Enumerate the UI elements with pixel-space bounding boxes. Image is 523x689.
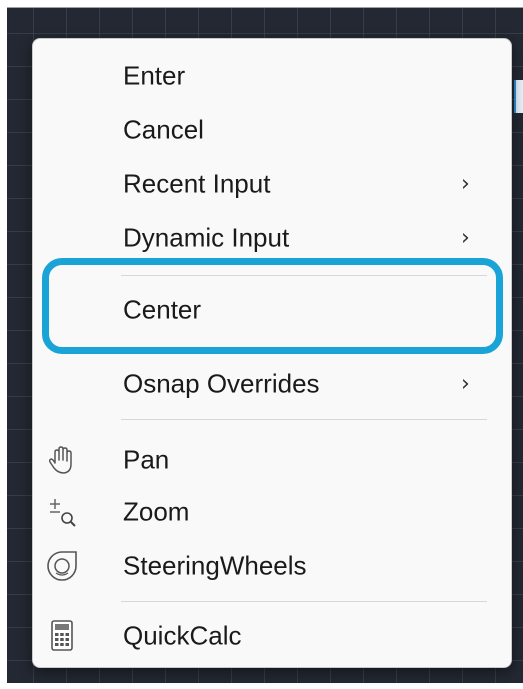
menu-item-label: Cancel (123, 114, 204, 145)
menu-item-cancel[interactable]: Cancel (33, 103, 511, 157)
menu-item-osnap-overrides[interactable]: Osnap Overrides › (33, 357, 511, 411)
menu-item-label: Enter (123, 60, 186, 91)
menu-item-zoom[interactable]: Zoom (33, 485, 511, 539)
menu-item-dynamic-input[interactable]: Dynamic Input › (33, 211, 511, 265)
steering-wheel-icon (47, 551, 77, 581)
chevron-right-icon: › (461, 371, 470, 397)
menu-item-label: Pan (123, 444, 170, 475)
menu-item-steeringwheels[interactable]: SteeringWheels (33, 539, 511, 593)
chevron-right-icon: › (461, 171, 470, 197)
window-bottom-border (0, 683, 523, 689)
menu-item-quickcalc[interactable]: QuickCalc (33, 609, 511, 663)
calculator-icon (51, 620, 73, 651)
menu-item-pan[interactable]: Pan (33, 433, 511, 487)
menu-separator (121, 419, 487, 420)
window-top-border (0, 0, 523, 8)
menu-item-recent-input[interactable]: Recent Input › (33, 157, 511, 211)
menu-item-label: Recent Input (123, 168, 271, 199)
zoom-icon (50, 499, 76, 527)
menu-item-label: Osnap Overrides (123, 368, 320, 399)
menu-item-label: QuickCalc (123, 620, 242, 651)
menu-item-label: Dynamic Input (123, 222, 290, 253)
menu-item-label: Zoom (123, 496, 190, 527)
menu-item-enter[interactable]: Enter (33, 49, 511, 103)
pan-hand-icon (48, 446, 72, 474)
chevron-right-icon: › (461, 225, 470, 251)
window-left-border (0, 0, 7, 689)
center-item-highlight-outline (42, 258, 503, 354)
drawing-selection-edge (514, 80, 523, 113)
menu-separator (121, 601, 487, 602)
menu-item-label: SteeringWheels (123, 550, 307, 581)
